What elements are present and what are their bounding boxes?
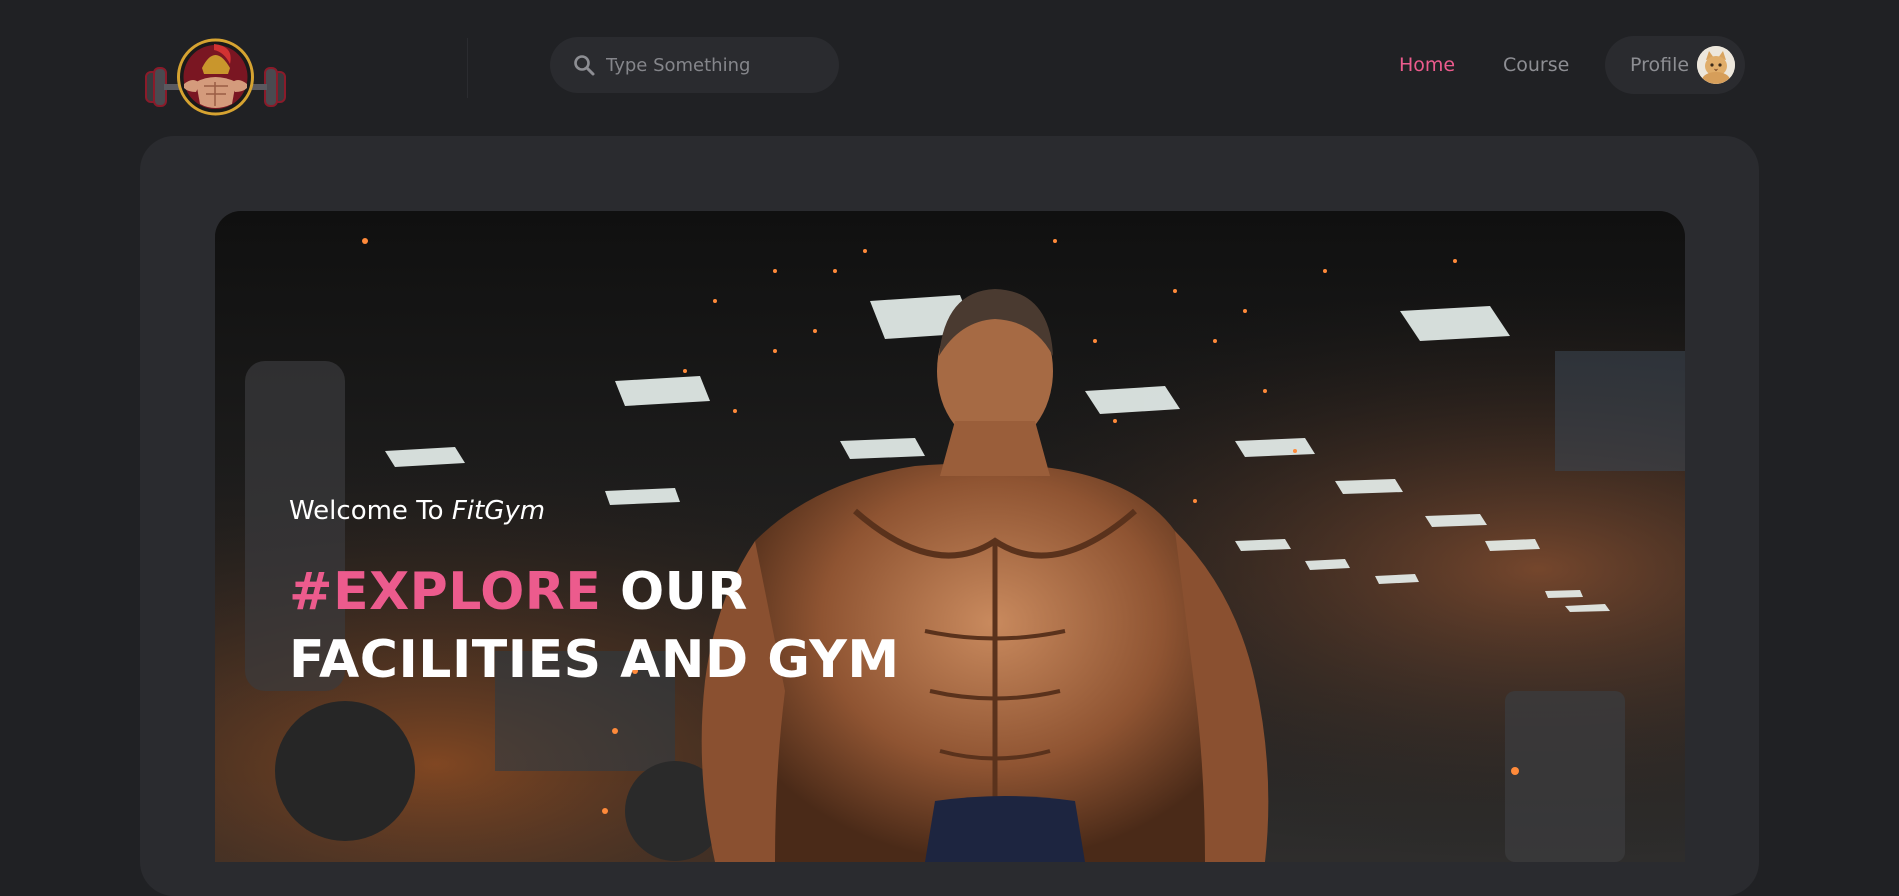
welcome-prefix: Welcome To — [289, 496, 452, 526]
top-header: Home Course Profile — [0, 0, 1899, 135]
hero-banner: Welcome To FitGym #EXPLORE OUR FACILITIE… — [215, 211, 1685, 862]
hero-headline: #EXPLORE OUR FACILITIES AND GYM — [289, 558, 1049, 694]
search-bar[interactable] — [550, 37, 839, 93]
nav-home-link[interactable]: Home — [1399, 52, 1455, 78]
search-icon — [574, 55, 595, 76]
profile-button[interactable]: Profile — [1605, 36, 1745, 94]
nav-course-link[interactable]: Course — [1503, 52, 1569, 78]
search-input[interactable] — [604, 53, 824, 77]
gym-bodybuilder-photo — [215, 211, 1685, 862]
spartan-logo-icon — [145, 38, 286, 116]
avatar[interactable] — [1697, 46, 1735, 84]
welcome-text: Welcome To FitGym — [289, 494, 545, 528]
profile-label: Profile — [1630, 54, 1690, 76]
headline-accent: #EXPLORE — [289, 562, 602, 622]
header-divider — [467, 38, 468, 98]
site-logo[interactable] — [144, 38, 287, 118]
welcome-brand: FitGym — [451, 496, 546, 526]
cat-avatar-icon — [1697, 46, 1735, 84]
